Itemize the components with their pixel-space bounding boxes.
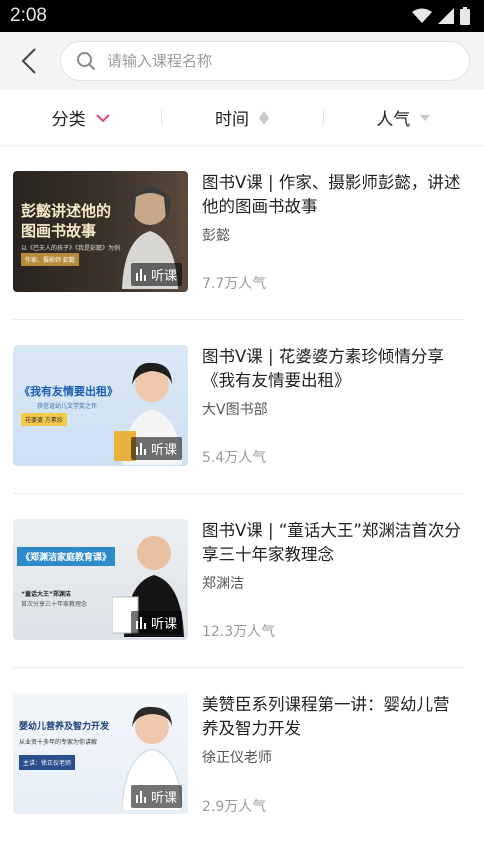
battery-icon	[460, 7, 470, 25]
course-author: 彭懿	[202, 228, 230, 244]
listen-badge: 听课	[130, 785, 182, 808]
listen-badge-label: 听课	[150, 443, 177, 458]
course-popularity: 12.3万人气	[202, 624, 276, 640]
thumb-title: 《郑渊洁家庭教育课》	[17, 547, 116, 566]
course-author: 徐正仪老师	[202, 750, 272, 766]
course-item[interactable]: 《郑渊洁家庭教育课》 “童话大王”郑渊洁 首次分享三十年家教理念 听课 图书V课…	[13, 494, 464, 668]
audio-bars-icon	[135, 616, 146, 629]
course-title: 图书V课 | 作家、摄影师彭懿，讲述他的图画书故事	[202, 173, 461, 216]
thumb-title: 婴幼儿营养及智力开发	[19, 722, 110, 732]
chevron-down-icon	[95, 113, 110, 122]
audio-bars-icon	[135, 268, 146, 281]
caret-down-icon	[420, 114, 431, 121]
course-popularity: 7.7万人气	[202, 276, 267, 292]
course-info: 图书V课 | “童话大王”郑渊洁首次分享三十年家教理念 郑渊洁 12.3万人气	[202, 519, 464, 667]
chevron-left-icon	[21, 48, 36, 74]
filter-popularity[interactable]: 人气	[322, 105, 484, 130]
course-list: 彭懿讲述他的图画书故事 以《巴夫人的孩子》《我是彭懿》为例 作家、摄影师 彭懿 …	[0, 146, 484, 842]
course-thumbnail: 《我有友情要出租》 获信谊幼儿文学奖之作 花婆婆 方素珍 听课	[13, 345, 188, 466]
wifi-icon	[412, 8, 432, 23]
course-thumbnail: 婴幼儿营养及智力开发 从业资十多年的专家为你讲解 主讲：徐正仪老师 听课	[13, 693, 188, 814]
thumb-tag: 花婆婆 方素珍	[21, 413, 67, 426]
thumb-subtitle: 以《巴夫人的孩子》《我是彭懿》为例	[21, 245, 121, 252]
audio-bars-icon	[135, 790, 146, 803]
course-popularity: 2.9万人气	[202, 799, 267, 815]
filter-time-label: 时间	[214, 110, 249, 130]
course-item[interactable]: 《我有友情要出租》 获信谊幼儿文学奖之作 花婆婆 方素珍 听课 图书V课 | 花…	[13, 320, 464, 494]
course-info: 图书V课 | 作家、摄影师彭懿，讲述他的图画书故事 彭懿 7.7万人气	[202, 171, 464, 319]
back-button[interactable]	[14, 41, 44, 81]
thumb-tag: 作家、摄影师 彭懿	[21, 253, 79, 266]
signal-icon	[438, 8, 454, 24]
filter-category[interactable]: 分类	[0, 105, 161, 130]
thumb-tag: 主讲：徐正仪老师	[19, 755, 76, 770]
listen-badge-label: 听课	[150, 791, 177, 806]
thumb-subtitle: “童话大王”郑渊洁	[21, 591, 71, 598]
search-box[interactable]	[60, 41, 470, 81]
status-bar: 2:08	[0, 0, 484, 32]
search-icon	[75, 50, 97, 72]
status-time: 2:08	[10, 5, 47, 26]
course-title: 美赞臣系列课程第一讲：婴幼儿营养及智力开发	[202, 695, 450, 738]
course-title: 图书V课 | “童话大王”郑渊洁首次分享三十年家教理念	[202, 521, 461, 564]
course-info: 图书V课 | 花婆婆方素珍倾情分享《我有友情要出租》 大V图书部 5.4万人气	[202, 345, 464, 493]
course-item[interactable]: 彭懿讲述他的图画书故事 以《巴夫人的孩子》《我是彭懿》为例 作家、摄影师 彭懿 …	[13, 146, 464, 320]
thumb-subtitle: 从业资十多年的专家为你讲解	[19, 739, 98, 746]
thumb-title: 彭懿讲述他的图画书故事	[21, 202, 112, 240]
filter-popularity-label: 人气	[376, 110, 411, 130]
listen-badge-label: 听课	[150, 269, 177, 284]
course-author: 郑渊洁	[202, 576, 244, 592]
search-input[interactable]	[107, 52, 469, 70]
thumb-tag: 首次分享三十年家教理念	[21, 601, 88, 608]
course-author: 大V图书部	[202, 402, 268, 418]
sort-icon	[258, 110, 269, 125]
listen-badge-label: 听课	[150, 617, 177, 632]
filter-bar: 分类 时间 人气	[0, 90, 484, 146]
audio-bars-icon	[135, 442, 146, 455]
filter-category-label: 分类	[51, 110, 86, 130]
search-header	[0, 32, 484, 90]
thumb-subtitle: 获信谊幼儿文学奖之作	[37, 403, 98, 410]
listen-badge: 听课	[130, 611, 182, 634]
listen-badge: 听课	[130, 437, 182, 460]
thumb-title: 《我有友情要出租》	[19, 385, 118, 398]
course-thumbnail: 《郑渊洁家庭教育课》 “童话大王”郑渊洁 首次分享三十年家教理念 听课	[13, 519, 188, 640]
course-info: 美赞臣系列课程第一讲：婴幼儿营养及智力开发 徐正仪老师 2.9万人气	[202, 693, 464, 842]
filter-time[interactable]: 时间	[161, 105, 322, 130]
course-popularity: 5.4万人气	[202, 450, 267, 466]
course-item[interactable]: 婴幼儿营养及智力开发 从业资十多年的专家为你讲解 主讲：徐正仪老师 听课 美赞臣…	[13, 668, 464, 842]
course-title: 图书V课 | 花婆婆方素珍倾情分享《我有友情要出租》	[202, 347, 444, 390]
status-icons	[412, 7, 470, 25]
course-thumbnail: 彭懿讲述他的图画书故事 以《巴夫人的孩子》《我是彭懿》为例 作家、摄影师 彭懿 …	[13, 171, 188, 292]
listen-badge: 听课	[130, 263, 182, 286]
